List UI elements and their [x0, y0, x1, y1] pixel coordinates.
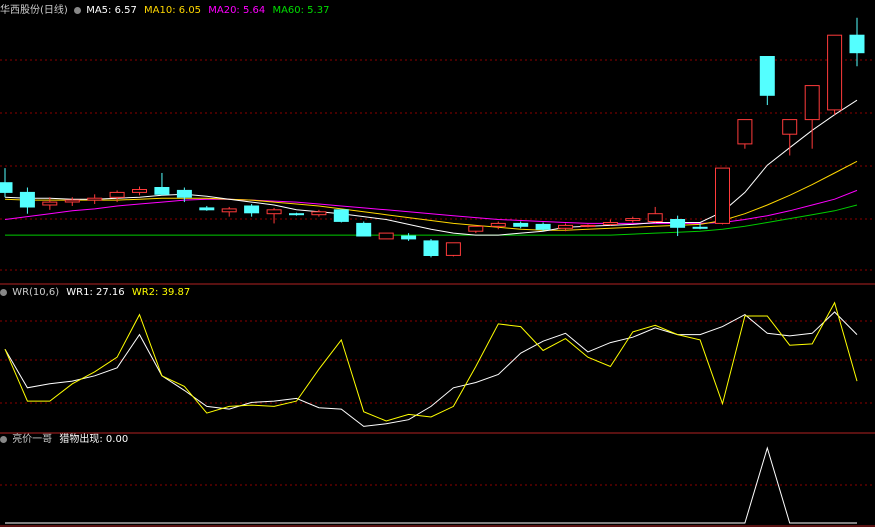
candle-body — [423, 240, 439, 256]
candle-body — [378, 232, 394, 240]
candle-body — [580, 224, 596, 227]
candle-body — [715, 167, 730, 224]
candle-body — [647, 213, 663, 222]
candle-body — [199, 207, 215, 211]
candle-body — [87, 197, 103, 201]
wr-settings-dot-icon[interactable] — [0, 289, 7, 296]
candle-body — [513, 222, 529, 227]
candle-body — [535, 223, 551, 230]
candle-body — [176, 189, 192, 198]
candle-body — [244, 205, 260, 214]
candle-body — [849, 34, 865, 54]
wr1-label: WR1: 27.16 — [66, 287, 125, 298]
wr2-label: WR2: 39.87 — [131, 287, 191, 298]
signal-value-label: 猎物出现: 0.00 — [59, 434, 129, 445]
candle-body — [759, 56, 775, 96]
candle-body — [42, 201, 58, 206]
candle-body — [311, 211, 327, 216]
candle-body — [64, 199, 80, 203]
candle-body — [19, 191, 35, 208]
ma20-label: MA20: 5.64 — [208, 5, 266, 16]
candle-body — [782, 119, 798, 135]
main-panel-title: 华西股份(日线) — [0, 5, 68, 16]
candle-body — [737, 119, 753, 145]
settings-dot-icon[interactable] — [74, 7, 81, 14]
candle-body — [132, 189, 147, 193]
candle-body — [445, 242, 461, 256]
candle-body — [602, 222, 618, 225]
main-panel-legend: 华西股份(日线) MA5: 6.57 MA10: 6.05 MA20: 5.64… — [0, 5, 329, 17]
candle-body — [109, 191, 125, 198]
candle-body — [804, 85, 820, 121]
wr1-line — [4, 311, 858, 427]
candle-body — [154, 187, 170, 195]
stock-chart[interactable] — [0, 0, 875, 527]
candle-body — [0, 182, 13, 193]
signal-panel-legend: 亮价一哥 猎物出现: 0.00 — [0, 434, 128, 446]
ma60-label: MA60: 5.37 — [272, 5, 330, 16]
candle-body — [356, 222, 372, 237]
candle-body — [827, 34, 843, 111]
wr-panel-title: WR(10,6) — [12, 287, 60, 298]
ma5-label: MA5: 6.57 — [86, 5, 137, 16]
candle-body — [333, 209, 349, 222]
candle-body — [490, 222, 506, 227]
candle-body — [625, 218, 641, 222]
ma10-label: MA10: 6.05 — [144, 5, 202, 16]
candle-body — [221, 208, 237, 213]
candle-body — [468, 225, 484, 232]
candle-body — [670, 219, 686, 228]
signal-panel-title: 亮价一哥 — [12, 434, 53, 445]
candle-body — [558, 224, 573, 229]
candle-body — [692, 226, 708, 229]
candle-body — [289, 213, 304, 216]
wr-panel-legend: WR(10,6) WR1: 27.16 WR2: 39.87 — [0, 287, 190, 299]
candle-body — [401, 235, 417, 240]
signal-settings-dot-icon[interactable] — [0, 436, 7, 443]
candle-body — [266, 209, 282, 215]
